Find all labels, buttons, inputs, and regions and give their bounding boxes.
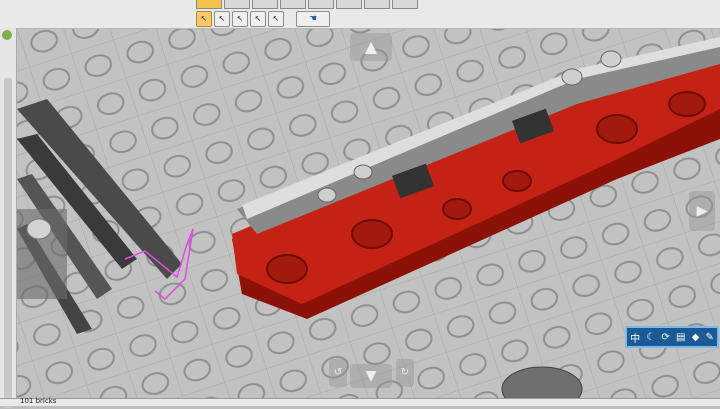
tool-tab-clone[interactable]	[252, 0, 278, 9]
pan-up-button[interactable]: ▲	[350, 33, 392, 61]
view-tool-panel: 中 ☾ ⟳ ▤ ◆ ✎	[625, 326, 719, 348]
color-select-icon[interactable]: ↖	[232, 11, 248, 27]
moon-icon[interactable]: ☾	[646, 332, 655, 343]
cycle-icon[interactable]: ⟳	[661, 332, 669, 343]
build-viewport[interactable]: ▲ ▶ ▼ ↺ ↻	[17, 29, 720, 409]
tool-tab-hinge[interactable]	[336, 0, 362, 9]
tool-tab-connect[interactable]	[392, 0, 418, 9]
single-select-icon[interactable]: ↖	[196, 11, 212, 27]
tool-tab-paint[interactable]	[280, 0, 306, 9]
shape-select-icon[interactable]: ↖	[250, 11, 266, 27]
hand-tool-icon[interactable]: ☚	[296, 11, 330, 27]
brick-count: 101 bricks	[20, 397, 57, 405]
tool-tab-rotate[interactable]	[224, 0, 250, 9]
pan-right-button[interactable]: ▶	[689, 191, 715, 231]
rotate-right-button[interactable]: ↻	[396, 359, 414, 387]
tool-tab-flex[interactable]	[364, 0, 390, 9]
select-mode-group: ↖ ↖ ↖ ↖ ↖	[196, 11, 284, 27]
tool-tabs	[196, 0, 418, 9]
left-panel	[0, 28, 17, 408]
tool-tab-hide[interactable]	[308, 0, 334, 9]
connected-select-icon[interactable]: ↖	[214, 11, 230, 27]
top-toolbar: ↖ ↖ ↖ ↖ ↖ ☚	[0, 0, 720, 29]
pan-down-button[interactable]: ▼	[350, 364, 392, 388]
diamond-icon[interactable]: ◆	[692, 332, 700, 343]
rotate-left-button[interactable]: ↺	[329, 359, 347, 387]
brick-palette-icon[interactable]	[2, 30, 12, 40]
view-center-icon[interactable]: 中	[630, 330, 640, 345]
left-scrollbar[interactable]	[4, 78, 12, 408]
viewport-canvas[interactable]	[17, 29, 720, 409]
both-select-icon[interactable]: ↖	[268, 11, 284, 27]
wrench-icon[interactable]: ✎	[705, 332, 713, 343]
camera-icon[interactable]: ▤	[676, 332, 685, 343]
tool-tab-select[interactable]	[196, 0, 222, 9]
